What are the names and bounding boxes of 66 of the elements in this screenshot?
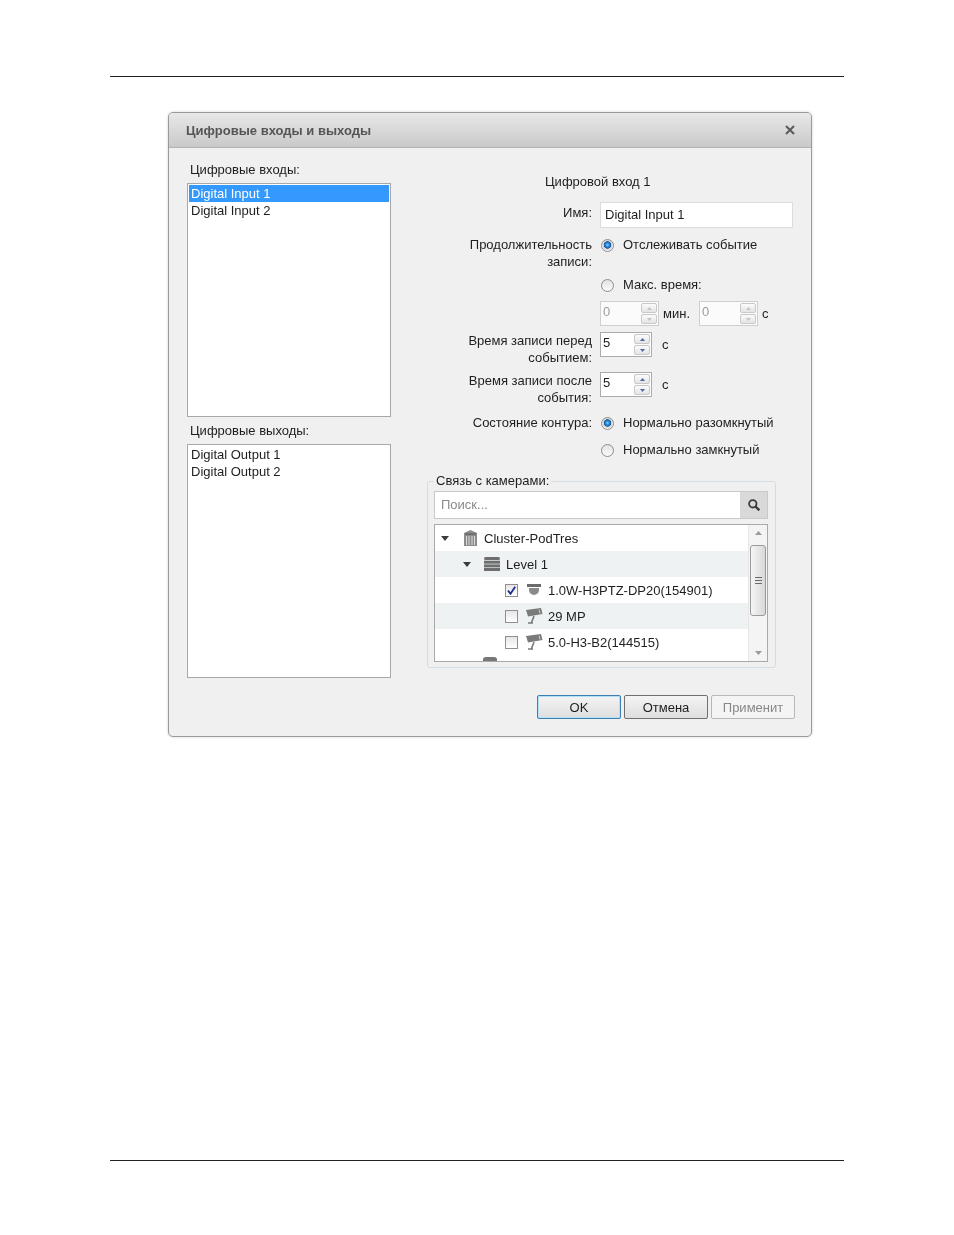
caret-down-icon (646, 317, 652, 321)
caret-down-icon (639, 348, 645, 352)
caret-up-icon (639, 377, 645, 381)
caret-up-icon (639, 337, 645, 341)
ok-button[interactable]: OK (537, 695, 621, 719)
spin-up-button[interactable] (634, 374, 650, 384)
window-title: Цифровые входы и выходы (186, 122, 373, 138)
list-item[interactable]: Digital Output 2 (189, 463, 389, 480)
camera-icon (525, 608, 543, 624)
field-label: Продолжительность записи: (468, 236, 592, 270)
radio-icon[interactable] (601, 238, 614, 252)
tree-view[interactable]: Cluster-PodTres Level 1 1.0W-H3PTZ-DP20(154901) 29 MP 5.0-H3-B2(144515) (434, 524, 768, 662)
radio-option[interactable]: Макс. время: (600, 276, 702, 294)
radio-icon[interactable] (601, 416, 614, 430)
radio-option[interactable]: Отслеживать событие (600, 236, 758, 254)
number-field[interactable]: 5 (600, 332, 652, 357)
checkbox[interactable] (505, 609, 518, 623)
tree-item[interactable]: 29 MP (435, 603, 748, 629)
radio-option[interactable]: Нормально разомкнутый (600, 414, 774, 432)
close-button[interactable] (785, 125, 795, 135)
list-item[interactable]: Digital Input 2 (189, 202, 389, 219)
name-field[interactable]: Digital Input 1 (600, 202, 793, 228)
cancel-button[interactable]: Отмена (624, 695, 708, 719)
caret-down-icon (639, 388, 645, 392)
server-icon (483, 657, 497, 661)
field-label: Состояние контура: (471, 414, 592, 431)
caret-up-icon (646, 306, 652, 310)
field-label: Время записи после события: (467, 372, 592, 406)
close-icon (785, 125, 795, 135)
grip-icon (754, 577, 762, 584)
spin-up-button[interactable] (634, 334, 650, 344)
unit-label: с (662, 375, 669, 394)
radio-icon[interactable] (601, 278, 614, 292)
unit-label: с (662, 335, 669, 354)
list-item[interactable]: Digital Output 1 (189, 446, 389, 463)
spin-down-button[interactable] (634, 345, 650, 355)
list-label: Цифровые входы: (189, 162, 300, 178)
list-box[interactable]: Digital Input 1 Digital Input 2 (187, 183, 391, 417)
group-label: Связь с камерами: (435, 473, 551, 489)
rack-icon (463, 530, 477, 546)
checkmark-icon (507, 585, 516, 595)
scroll-thumb[interactable] (750, 545, 766, 616)
number-field[interactable]: 5 (600, 372, 652, 397)
field-label: Имя: (562, 204, 592, 221)
radio-option[interactable]: Нормально замкнутый (600, 441, 760, 459)
camera-icon (525, 634, 543, 650)
unit-label: мин. (663, 304, 690, 323)
caret-down-icon (754, 651, 762, 655)
list-box[interactable]: Digital Output 1 Digital Output 2 (187, 444, 391, 678)
spin-down-button[interactable] (634, 385, 650, 395)
dome-camera-icon (527, 584, 541, 596)
caret-down-icon[interactable] (463, 561, 471, 567)
field-label: Время записи перед событием: (467, 332, 592, 366)
caret-up-icon (745, 306, 751, 310)
caret-up-icon (754, 531, 762, 535)
checkbox[interactable] (505, 635, 518, 649)
tree-item[interactable]: Level 1 (435, 551, 748, 577)
unit-label: с (762, 304, 769, 323)
server-icon (484, 557, 500, 571)
checkbox[interactable] (505, 583, 518, 597)
radio-icon[interactable] (601, 443, 614, 457)
caret-down-icon[interactable] (441, 535, 449, 541)
section-heading: Цифровой вход 1 (545, 174, 651, 190)
scrollbar[interactable] (748, 525, 767, 661)
caret-down-icon (745, 317, 751, 321)
list-label: Цифровые выходы: (189, 423, 310, 439)
